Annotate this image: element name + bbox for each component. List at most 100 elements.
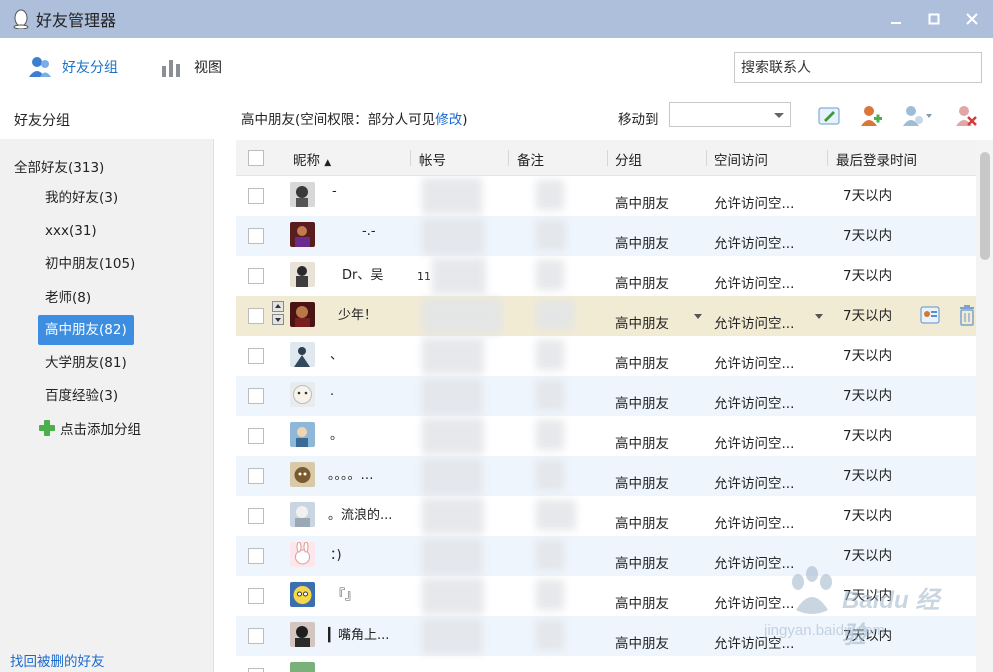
paw-logo-icon — [792, 566, 832, 614]
close-button[interactable] — [961, 8, 983, 30]
edit-remark-icon[interactable] — [817, 104, 841, 128]
sidebar-item-baidu-jingyan[interactable]: 百度经验(3) — [38, 381, 125, 411]
sidebar-item-middle-school[interactable]: 初中朋友(105) — [38, 249, 142, 279]
maximize-icon — [928, 13, 940, 25]
vertical-scrollbar[interactable] — [976, 140, 993, 672]
last-login-cell: 7天以内 — [843, 548, 893, 564]
avatar — [290, 382, 315, 407]
move-handle-icon[interactable] — [272, 301, 284, 325]
avatar — [290, 222, 315, 247]
row-checkbox[interactable] — [248, 668, 264, 672]
minimize-button[interactable] — [885, 8, 907, 30]
scrollbar-thumb[interactable] — [980, 152, 990, 260]
nick-text: . — [330, 384, 335, 399]
column-group[interactable]: 分组 — [615, 149, 642, 169]
column-space-access[interactable]: 空间访问 — [714, 149, 768, 169]
row-checkbox[interactable] — [248, 188, 264, 204]
close-icon — [966, 13, 978, 25]
sidebar-item-all-friends[interactable]: 全部好友(313) — [14, 156, 104, 176]
redacted-account — [422, 378, 482, 414]
table-row[interactable]: Dr、吴 11 高中朋友 允许访问空... 7天以内 — [236, 256, 976, 296]
redacted-remark — [536, 460, 564, 490]
space-access-cell: 允许访问空... — [714, 436, 795, 452]
column-divider — [706, 150, 707, 166]
row-checkbox[interactable] — [248, 508, 264, 524]
add-friend-icon[interactable] — [859, 104, 883, 128]
row-checkbox[interactable] — [248, 308, 264, 324]
row-checkbox[interactable] — [248, 388, 264, 404]
nick-text: ：) — [330, 548, 342, 563]
table-row-selected[interactable]: 少年！ 高中朋友 允许访问空... 7天以内 — [236, 296, 976, 336]
modify-permission-link[interactable]: 修改 — [435, 112, 462, 128]
column-nick-label: 昵称 — [293, 153, 320, 169]
row-checkbox[interactable] — [248, 348, 264, 364]
last-login-cell: 7天以内 — [843, 508, 893, 524]
baidu-watermark: Baidu 经验 jingyan.baidu.com — [764, 566, 944, 656]
table-row[interactable]: 。 高中朋友 允许访问空... 7天以内 — [236, 416, 976, 456]
add-group-label: 点击添加分组 — [60, 422, 141, 438]
table-row[interactable]: 。流浪的... 高中朋友 允许访问空... 7天以内 — [236, 496, 976, 536]
sidebar-item-my-friends[interactable]: 我的好友(3) — [38, 183, 125, 213]
redacted-remark — [536, 340, 564, 370]
last-login-cell: 7天以内 — [843, 268, 893, 284]
row-checkbox[interactable] — [248, 588, 264, 604]
contacts-icon — [29, 57, 51, 77]
avatar — [290, 262, 315, 287]
table-row[interactable]: -.- 高中朋友 允许访问空... 7天以内 — [236, 216, 976, 256]
tab-friend-groups[interactable]: 好友分组 — [28, 56, 118, 78]
avatar — [290, 502, 315, 527]
tab-friend-groups-label: 好友分组 — [62, 60, 118, 76]
delete-friend-icon[interactable] — [954, 104, 978, 128]
group-cell: 高中朋友 — [615, 196, 669, 212]
avatar — [290, 182, 315, 207]
sidebar-heading: 好友分组 — [0, 98, 214, 139]
sidebar-item-high-school[interactable]: 高中朋友(82) — [38, 315, 134, 345]
select-all-checkbox[interactable] — [248, 150, 264, 166]
column-remark[interactable]: 备注 — [517, 149, 544, 169]
table-row-partial[interactable] — [236, 656, 976, 672]
nick-text: - — [332, 184, 337, 199]
table-row[interactable]: 、 高中朋友 允许访问空... 7天以内 — [236, 336, 976, 376]
add-group-button[interactable]: 点击添加分组 — [38, 418, 141, 438]
group-dropdown-chevron-icon[interactable] — [694, 314, 702, 319]
table-row[interactable]: . 高中朋友 允许访问空... 7天以内 — [236, 376, 976, 416]
redacted-account — [422, 338, 484, 374]
search-input[interactable] — [734, 52, 982, 83]
redacted-remark — [536, 300, 574, 330]
table-row[interactable]: 。。。。… 高中朋友 允许访问空... 7天以内 — [236, 456, 976, 496]
row-checkbox[interactable] — [248, 228, 264, 244]
tab-view-label: 视图 — [194, 60, 222, 76]
redacted-account — [422, 458, 482, 494]
row-checkbox[interactable] — [248, 428, 264, 444]
avatar — [290, 582, 315, 607]
redacted-account — [422, 418, 484, 454]
column-nick[interactable]: 昵称 ▲ — [293, 149, 331, 169]
group-header-text: 高中朋友(空间权限：部分人可见 — [241, 112, 436, 128]
avatar — [290, 622, 315, 647]
sidebar-item-university[interactable]: 大学朋友(81) — [38, 348, 134, 378]
space-access-cell: 允许访问空... — [714, 276, 795, 292]
group-cell: 高中朋友 — [615, 476, 669, 492]
trash-icon[interactable] — [958, 304, 976, 326]
last-login-cell: 7天以内 — [843, 388, 893, 404]
avatar — [290, 422, 315, 447]
row-checkbox[interactable] — [248, 628, 264, 644]
row-checkbox[interactable] — [248, 468, 264, 484]
table-row[interactable]: - 高中朋友 允许访问空... 7天以内 — [236, 176, 976, 216]
friend-settings-dropdown-icon[interactable] — [901, 104, 935, 128]
redacted-account — [432, 258, 486, 294]
column-account[interactable]: 帐号 — [419, 149, 446, 169]
maximize-button[interactable] — [923, 8, 945, 30]
row-checkbox[interactable] — [248, 268, 264, 284]
recover-deleted-friends-link[interactable]: 找回被删的好友 — [10, 650, 105, 670]
last-login-cell: 7天以内 — [843, 188, 893, 204]
access-dropdown-chevron-icon[interactable] — [815, 314, 823, 319]
row-checkbox[interactable] — [248, 548, 264, 564]
sidebar-item-teachers[interactable]: 老师(8) — [38, 283, 98, 313]
move-to-select[interactable] — [669, 102, 791, 127]
column-last-login[interactable]: 最后登录时间 — [836, 149, 917, 169]
last-login-cell: 7天以内 — [843, 468, 893, 484]
profile-card-icon[interactable] — [920, 305, 940, 325]
sidebar-item-xxx[interactable]: xxx(31) — [38, 216, 104, 246]
tab-view[interactable]: 视图 — [160, 56, 222, 78]
